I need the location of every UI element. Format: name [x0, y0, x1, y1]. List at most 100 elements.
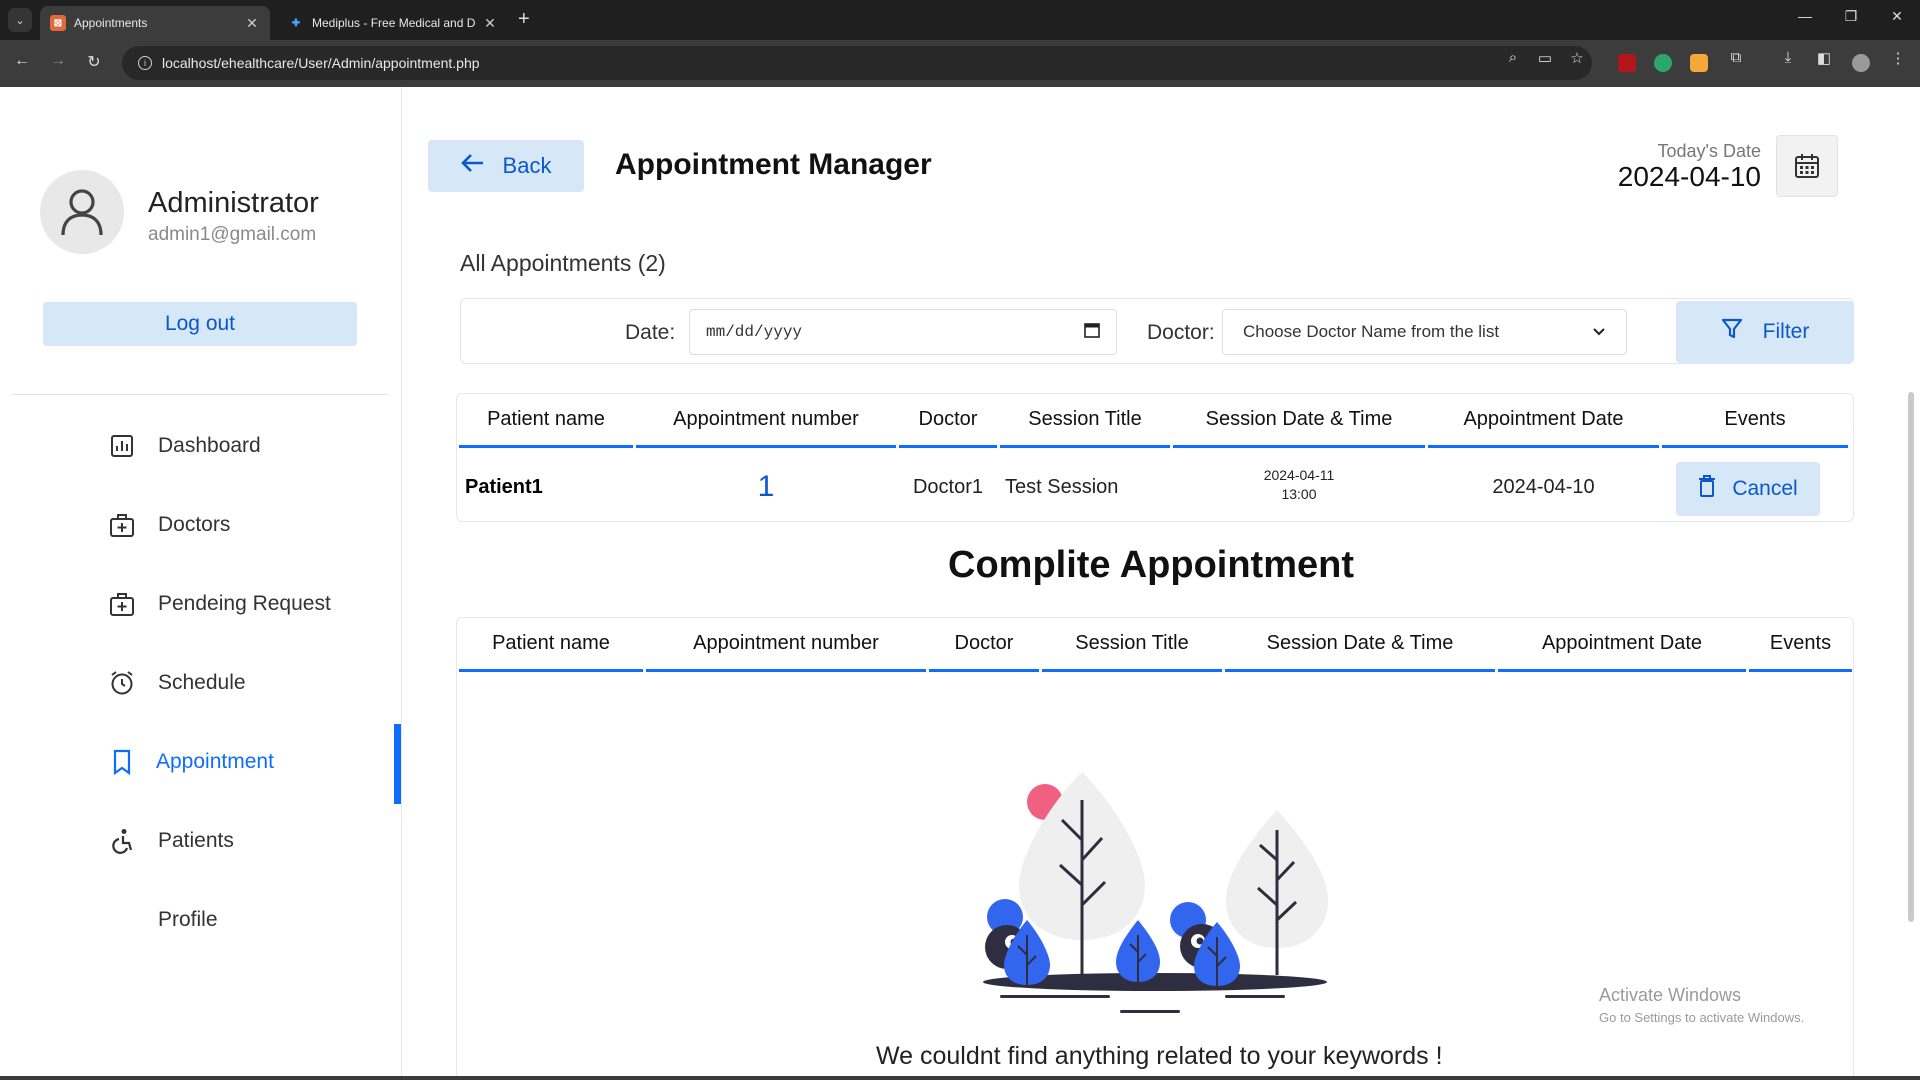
- column-header: Appointment Date: [1428, 394, 1659, 448]
- column-header: Patient name: [459, 618, 643, 672]
- restore-icon[interactable]: ❐: [1836, 8, 1866, 25]
- site-info-icon[interactable]: i: [138, 56, 152, 70]
- session-title-cell: Test Session: [1005, 475, 1119, 498]
- reload-icon[interactable]: ↻: [82, 52, 106, 72]
- today-date-label: Today's Date: [1657, 141, 1762, 161]
- bookmark-icon: [108, 748, 136, 776]
- tab-search-button[interactable]: ⌄: [8, 8, 32, 32]
- filter-label: Filter: [1762, 320, 1810, 343]
- ublock-extension-icon[interactable]: [1618, 54, 1636, 72]
- extension-green-icon[interactable]: [1654, 54, 1672, 72]
- extension-orange-icon[interactable]: [1690, 54, 1708, 72]
- empty-state-illustration: [983, 772, 1328, 1013]
- calendar-icon: [1795, 154, 1819, 178]
- cancel-label: Cancel: [1732, 477, 1798, 500]
- empty-state-message: We couldnt find anything related to your…: [876, 1042, 1443, 1070]
- browser-tab-appointments[interactable]: ⊠ Appointments ✕: [40, 6, 270, 40]
- dashboard-icon: [108, 432, 136, 460]
- session-time-cell: 13:00: [1281, 486, 1317, 502]
- sidebar-item-label: Pendeing Request: [158, 592, 331, 615]
- card-icon[interactable]: ▭: [1535, 49, 1555, 67]
- user-avatar: [40, 170, 124, 254]
- page-title: Appointment Manager: [615, 148, 932, 181]
- alarm-clock-icon: [108, 669, 136, 697]
- column-header: Session Title: [1000, 394, 1170, 448]
- appointment-number-cell: 1: [757, 470, 775, 503]
- doctor-select[interactable]: Choose Doctor Name from the list: [1222, 309, 1627, 355]
- column-header: Doctor: [929, 618, 1039, 672]
- appointment-date-cell: 2024-04-10: [1492, 475, 1595, 498]
- cancel-appointment-button[interactable]: Cancel: [1676, 462, 1820, 516]
- complete-appointments-heading: Complite Appointment: [948, 544, 1354, 586]
- doctor-select-value: Choose Doctor Name from the list: [1243, 322, 1500, 341]
- profile-avatar-icon[interactable]: [1852, 54, 1870, 72]
- date-placeholder: mm/dd/yyyy: [706, 323, 803, 341]
- wheelchair-icon: [108, 827, 136, 855]
- sidebar-item-appointment[interactable]: Appointment: [108, 742, 402, 782]
- side-panel-icon[interactable]: ◧: [1814, 49, 1834, 67]
- patient-name-cell: Patient1: [465, 475, 543, 498]
- sidebar-item-label: Profile: [158, 908, 218, 931]
- today-date-value: 2024-04-10: [1617, 161, 1761, 192]
- sidebar-item-label: Patients: [158, 829, 234, 852]
- date-picker-icon[interactable]: [1084, 322, 1100, 343]
- activate-windows-title: Activate Windows: [1599, 985, 1742, 1005]
- back-label: Back: [502, 153, 552, 178]
- active-menu-indicator: [394, 724, 401, 804]
- filter-button[interactable]: Filter: [1676, 301, 1854, 363]
- back-button[interactable]: Back: [428, 140, 584, 192]
- sidebar-item-profile[interactable]: Profile: [108, 900, 402, 940]
- doctor-filter-label: Doctor:: [1147, 321, 1215, 344]
- extensions-puzzle-icon[interactable]: ⧉: [1726, 49, 1746, 66]
- all-appointments-heading: All Appointments (2): [460, 250, 666, 276]
- sidebar-item-doctors[interactable]: Doctors: [108, 505, 402, 545]
- arrow-left-icon: [460, 152, 485, 180]
- minimize-icon[interactable]: —: [1790, 8, 1820, 24]
- medical-bag-icon: [108, 511, 136, 539]
- column-header: Appointment Date: [1498, 618, 1746, 672]
- tab-title: Appointments: [74, 16, 148, 30]
- bookmark-star-icon[interactable]: ☆: [1567, 49, 1587, 67]
- new-tab-icon[interactable]: +: [518, 8, 530, 31]
- user-icon: [61, 189, 103, 236]
- doctor-cell: Doctor1: [912, 475, 984, 498]
- url-text: localhost/ehealthcare/User/Admin/appoint…: [162, 55, 480, 71]
- user-email: admin1@gmail.com: [148, 224, 317, 245]
- sidebar-item-label: Dashboard: [158, 434, 261, 457]
- column-header: Appointment number: [646, 618, 926, 672]
- page-scrollbar[interactable]: [1908, 392, 1914, 922]
- sidebar-item-patients[interactable]: Patients: [108, 821, 402, 861]
- column-header: Patient name: [459, 394, 633, 448]
- sidebar: Administrator admin1@gmail.com Log out D…: [0, 87, 402, 1080]
- sidebar-item-dashboard[interactable]: Dashboard: [108, 426, 402, 466]
- profile-blank-icon: [108, 906, 136, 934]
- medical-bag-icon: [108, 590, 136, 618]
- column-header: Doctor: [899, 394, 997, 448]
- logout-button[interactable]: Log out: [43, 302, 357, 346]
- column-header: Session Date & Time: [1225, 618, 1495, 672]
- forward-nav-icon[interactable]: →: [46, 52, 70, 70]
- sidebar-item-schedule[interactable]: Schedule: [108, 663, 402, 703]
- activate-windows-subtitle: Go to Settings to activate Windows.: [1599, 1010, 1805, 1025]
- sidebar-item-pending-request[interactable]: Pendeing Request: [108, 584, 402, 624]
- column-header: Events: [1749, 618, 1852, 672]
- browser-tab-mediplus[interactable]: ✚ Mediplus - Free Medical and D ✕: [278, 6, 508, 40]
- close-tab-icon[interactable]: ✕: [244, 15, 260, 32]
- zoom-icon[interactable]: ⌕: [1503, 49, 1523, 66]
- column-header: Session Title: [1042, 618, 1222, 672]
- download-icon[interactable]: ⤓: [1778, 49, 1798, 66]
- window-close-icon[interactable]: ✕: [1882, 8, 1912, 25]
- date-filter-input[interactable]: mm/dd/yyyy: [689, 309, 1117, 355]
- close-tab-icon[interactable]: ✕: [482, 15, 498, 32]
- browser-menu-icon[interactable]: ⋮: [1888, 49, 1908, 67]
- trash-icon: [1698, 475, 1716, 503]
- date-filter-label: Date:: [625, 321, 676, 344]
- chevron-down-icon: [1592, 322, 1606, 342]
- column-header: Events: [1662, 394, 1848, 448]
- address-bar[interactable]: i localhost/ehealthcare/User/Admin/appoi…: [122, 46, 1592, 80]
- sidebar-item-label: Schedule: [158, 671, 246, 694]
- back-nav-icon[interactable]: ←: [10, 52, 34, 70]
- column-header: Session Date & Time: [1173, 394, 1425, 448]
- sidebar-item-label: Doctors: [158, 513, 231, 536]
- calendar-button[interactable]: [1776, 135, 1838, 197]
